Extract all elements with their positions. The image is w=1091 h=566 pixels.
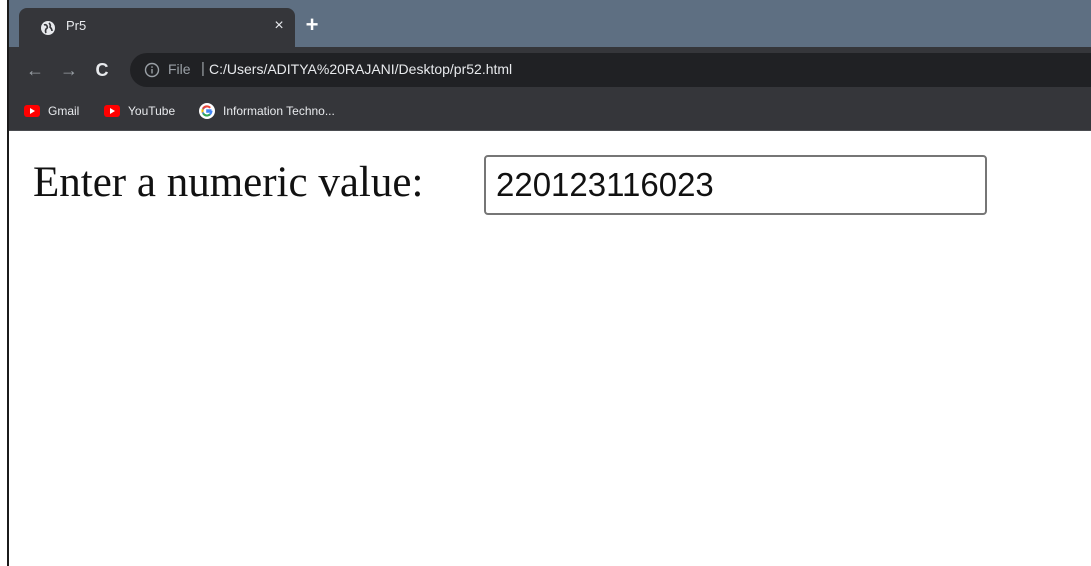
forward-button[interactable]: →	[59, 60, 79, 80]
browser-window: Pr5 × + ← → C File | C:/Users/ADITYA%20R…	[9, 0, 1091, 566]
url-text[interactable]: C:/Users/ADITYA%20RAJANI/Desktop/pr52.ht…	[209, 61, 512, 77]
close-icon[interactable]: ×	[270, 17, 288, 35]
bookmark-label: Gmail	[48, 104, 80, 118]
numeric-value-label: Enter a numeric value:	[33, 159, 424, 206]
bookmark-label: Information Techno...	[223, 104, 335, 118]
back-button[interactable]: ←	[25, 60, 45, 80]
screenshot-frame: Pr5 × + ← → C File | C:/Users/ADITYA%20R…	[0, 0, 1091, 566]
new-tab-button[interactable]: +	[301, 14, 323, 36]
scheme-label: File	[168, 61, 191, 77]
bookmark-youtube[interactable]: YouTube	[104, 102, 175, 120]
browser-toolbar: ← → C File | C:/Users/ADITYA%20RAJANI/De…	[9, 47, 1091, 93]
tab-strip: Pr5 × +	[9, 0, 1091, 47]
address-bar[interactable]: File | C:/Users/ADITYA%20RAJANI/Desktop/…	[130, 53, 1091, 87]
bookmark-label: YouTube	[128, 104, 176, 118]
page-content: Enter a numeric value:	[9, 131, 1091, 566]
reload-button[interactable]: C	[92, 60, 112, 80]
bookmarks-bar: Gmail YouTube Information Techno...	[9, 93, 1091, 131]
window-edge	[0, 0, 9, 566]
globe-icon	[41, 21, 55, 35]
google-icon	[199, 103, 215, 119]
youtube-icon	[104, 105, 120, 117]
info-icon[interactable]	[144, 62, 160, 78]
address-separator: |	[201, 60, 205, 77]
bookmark-information-technology[interactable]: Information Techno...	[199, 102, 335, 120]
tab-pr5[interactable]: Pr5 ×	[19, 8, 295, 47]
numeric-value-input[interactable]	[484, 155, 987, 215]
bookmark-gmail[interactable]: Gmail	[24, 102, 79, 120]
tab-title: Pr5	[66, 18, 87, 33]
youtube-icon	[24, 105, 40, 117]
